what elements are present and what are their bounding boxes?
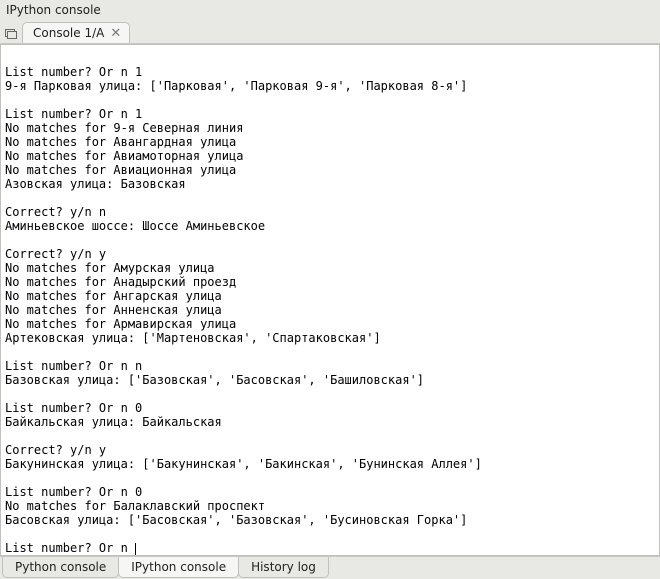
tabbar-top: Console 1/A ✕ xyxy=(0,19,660,44)
text-cursor xyxy=(135,543,136,555)
tabbar-bottom: Python console IPython console History l… xyxy=(0,556,660,579)
console-output[interactable]: List number? Or n 1 9-я Парковая улица: … xyxy=(0,44,660,556)
tab-label: IPython console xyxy=(131,560,226,574)
tab-console-1a[interactable]: Console 1/A ✕ xyxy=(22,22,130,43)
browse-tabs-icon[interactable] xyxy=(4,26,18,40)
panel-title: IPython console xyxy=(0,0,660,19)
close-icon[interactable]: ✕ xyxy=(110,27,121,40)
tab-history-log[interactable]: History log xyxy=(238,557,329,578)
tab-label: Python console xyxy=(15,560,106,574)
window-root: IPython console Console 1/A ✕ List numbe… xyxy=(0,0,660,579)
tab-python-console[interactable]: Python console xyxy=(2,557,119,578)
console-text: List number? Or n 1 9-я Парковая улица: … xyxy=(1,45,659,555)
tab-label: Console 1/A xyxy=(33,26,104,40)
tab-ipython-console[interactable]: IPython console xyxy=(118,557,239,578)
panel-title-label: IPython console xyxy=(6,3,101,17)
tab-label: History log xyxy=(251,560,316,574)
